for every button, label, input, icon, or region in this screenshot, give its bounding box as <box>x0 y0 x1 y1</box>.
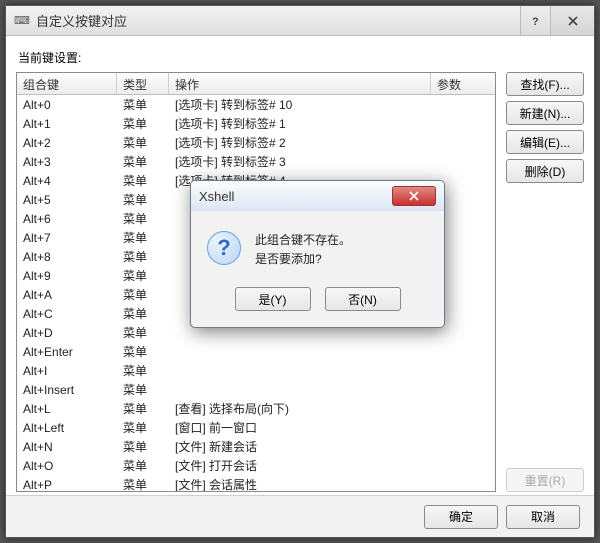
cell-type: 菜单 <box>117 305 169 322</box>
cell-type: 菜单 <box>117 343 169 360</box>
window-close-button[interactable] <box>550 6 594 35</box>
cell-action: [选项卡] 转到标签# 3 <box>169 153 431 170</box>
cell-action: [选项卡] 转到标签# 2 <box>169 134 431 151</box>
cell-type: 菜单 <box>117 191 169 208</box>
cell-type: 菜单 <box>117 457 169 474</box>
cell-key: Alt+D <box>17 326 117 340</box>
cell-type: 菜单 <box>117 229 169 246</box>
cell-type: 菜单 <box>117 248 169 265</box>
cell-action: [选项卡] 转到标签# 1 <box>169 115 431 132</box>
dialog-footer: 确定 取消 <box>6 495 594 537</box>
cell-key: Alt+7 <box>17 231 117 245</box>
reset-button: 重置(R) <box>506 468 584 492</box>
modal-message: 此组合键不存在。 是否要添加? <box>255 231 351 269</box>
help-button[interactable]: ? <box>520 6 550 35</box>
cell-type: 菜单 <box>117 381 169 398</box>
no-button[interactable]: 否(N) <box>325 287 401 311</box>
cell-key: Alt+L <box>17 402 117 416</box>
cell-key: Alt+9 <box>17 269 117 283</box>
cell-type: 菜单 <box>117 134 169 151</box>
cell-type: 菜单 <box>117 476 169 492</box>
yes-button[interactable]: 是(Y) <box>235 287 311 311</box>
edit-button[interactable]: 编辑(E)... <box>506 130 584 154</box>
cell-key: Alt+4 <box>17 174 117 188</box>
side-buttons: 查找(F)... 新建(N)... 编辑(E)... 删除(D) 重置(R) <box>506 72 584 492</box>
cell-action: [窗口] 前一窗口 <box>169 419 431 436</box>
cell-action: [文件] 打开会话 <box>169 457 431 474</box>
cell-type: 菜单 <box>117 96 169 113</box>
cell-key: Alt+0 <box>17 98 117 112</box>
window-title: 自定义按键对应 <box>36 11 520 30</box>
modal-close-button[interactable] <box>392 186 436 206</box>
table-row[interactable]: Alt+Enter菜单 <box>17 342 495 361</box>
cell-key: Alt+5 <box>17 193 117 207</box>
cell-key: Alt+Enter <box>17 345 117 359</box>
cell-type: 菜单 <box>117 153 169 170</box>
titlebar: ⌨ 自定义按键对应 ? <box>6 6 594 36</box>
cell-type: 菜单 <box>117 115 169 132</box>
cell-key: Alt+P <box>17 478 117 492</box>
table-row[interactable]: Alt+3菜单[选项卡] 转到标签# 3 <box>17 152 495 171</box>
cell-type: 菜单 <box>117 324 169 341</box>
cell-type: 菜单 <box>117 210 169 227</box>
find-button[interactable]: 查找(F)... <box>506 72 584 96</box>
table-row[interactable]: Alt+Left菜单[窗口] 前一窗口 <box>17 418 495 437</box>
col-header-action[interactable]: 操作 <box>169 73 431 94</box>
table-row[interactable]: Alt+I菜单 <box>17 361 495 380</box>
cell-type: 菜单 <box>117 438 169 455</box>
table-row[interactable]: Alt+0菜单[选项卡] 转到标签# 10 <box>17 95 495 114</box>
cell-action: [查看] 选择布局(向下) <box>169 400 431 417</box>
table-row[interactable]: Alt+1菜单[选项卡] 转到标签# 1 <box>17 114 495 133</box>
ok-button[interactable]: 确定 <box>424 505 498 529</box>
cell-action: [文件] 会话属性 <box>169 476 431 492</box>
cell-key: Alt+2 <box>17 136 117 150</box>
col-header-key[interactable]: 组合键 <box>17 73 117 94</box>
question-icon: ? <box>207 231 241 265</box>
svg-text:?: ? <box>532 16 539 27</box>
cell-type: 菜单 <box>117 172 169 189</box>
cell-key: Alt+N <box>17 440 117 454</box>
cell-type: 菜单 <box>117 267 169 284</box>
table-row[interactable]: Alt+2菜单[选项卡] 转到标签# 2 <box>17 133 495 152</box>
cell-key: Alt+1 <box>17 117 117 131</box>
table-header: 组合键 类型 操作 参数 <box>17 73 495 95</box>
table-row[interactable]: Alt+P菜单[文件] 会话属性 <box>17 475 495 492</box>
cell-type: 菜单 <box>117 400 169 417</box>
cell-type: 菜单 <box>117 419 169 436</box>
cell-key: Alt+Insert <box>17 383 117 397</box>
delete-button[interactable]: 删除(D) <box>506 159 584 183</box>
cell-action: [文件] 新建会话 <box>169 438 431 455</box>
table-row[interactable]: Alt+N菜单[文件] 新建会话 <box>17 437 495 456</box>
cell-key: Alt+6 <box>17 212 117 226</box>
col-header-type[interactable]: 类型 <box>117 73 169 94</box>
cell-key: Alt+Left <box>17 421 117 435</box>
new-button[interactable]: 新建(N)... <box>506 101 584 125</box>
modal-title-text: Xshell <box>199 189 392 204</box>
modal-titlebar: Xshell <box>191 181 444 211</box>
confirm-dialog: Xshell ? 此组合键不存在。 是否要添加? 是(Y) 否(N) <box>190 180 445 328</box>
cell-type: 菜单 <box>117 362 169 379</box>
table-row[interactable]: Alt+Insert菜单 <box>17 380 495 399</box>
current-settings-label: 当前键设置: <box>18 49 582 66</box>
cell-key: Alt+3 <box>17 155 117 169</box>
cell-type: 菜单 <box>117 286 169 303</box>
keyboard-icon: ⌨ <box>14 13 30 29</box>
cell-key: Alt+8 <box>17 250 117 264</box>
cell-key: Alt+O <box>17 459 117 473</box>
cancel-button[interactable]: 取消 <box>506 505 580 529</box>
table-row[interactable]: Alt+O菜单[文件] 打开会话 <box>17 456 495 475</box>
cell-key: Alt+C <box>17 307 117 321</box>
cell-key: Alt+I <box>17 364 117 378</box>
modal-line2: 是否要添加? <box>255 250 351 269</box>
col-header-param[interactable]: 参数 <box>431 73 495 94</box>
table-row[interactable]: Alt+L菜单[查看] 选择布局(向下) <box>17 399 495 418</box>
cell-action: [选项卡] 转到标签# 10 <box>169 96 431 113</box>
modal-line1: 此组合键不存在。 <box>255 231 351 250</box>
cell-key: Alt+A <box>17 288 117 302</box>
